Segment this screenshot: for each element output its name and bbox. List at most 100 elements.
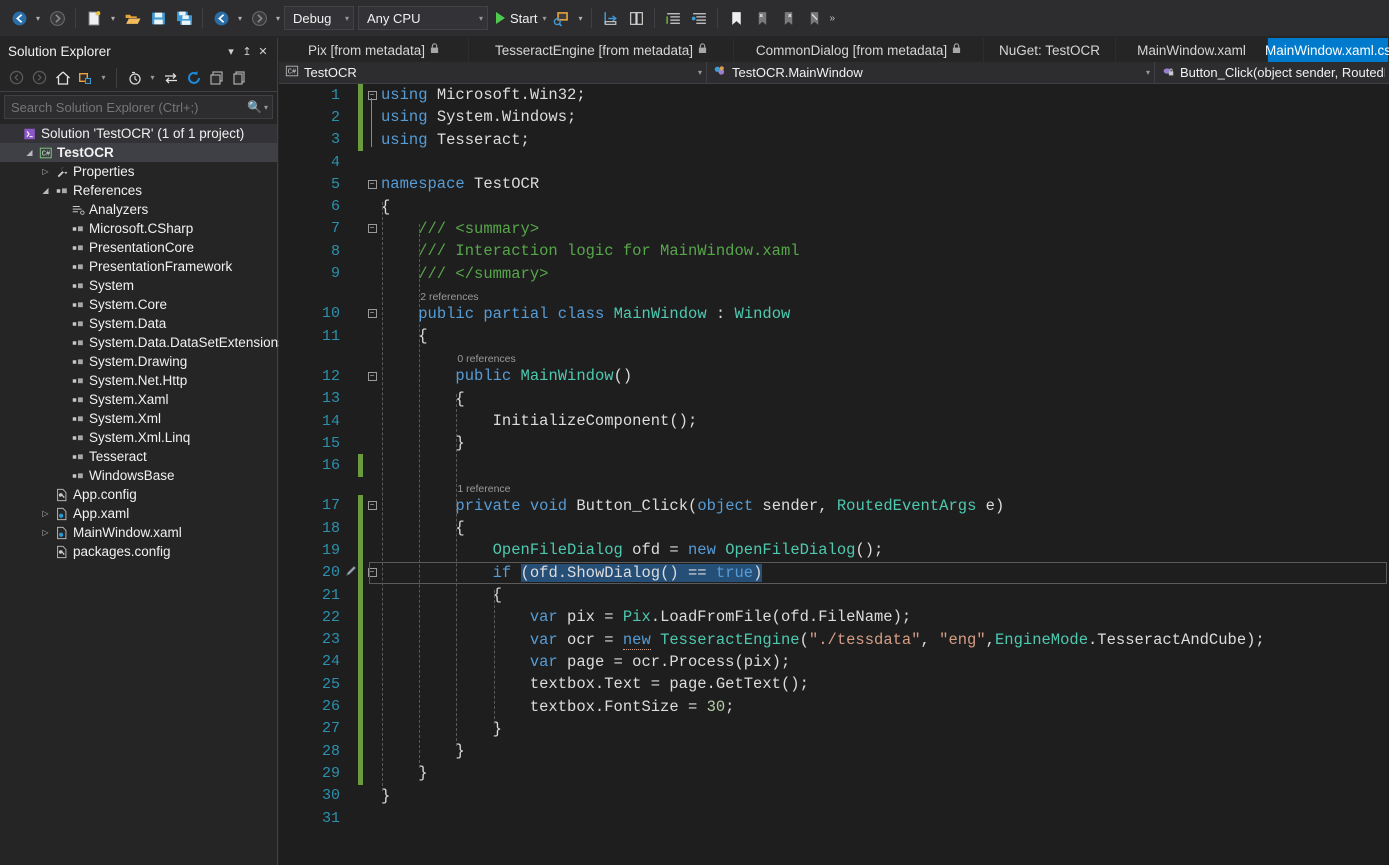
code-text[interactable]: using System.Windows; [381,108,1389,126]
editor-line[interactable]: 31 [279,807,1389,829]
editor-line[interactable]: 15 } [279,432,1389,454]
document-tab[interactable]: MainWindow.xaml.cs [1265,38,1389,62]
navigate-backward-dropdown[interactable]: ▾ [32,5,44,31]
editor-line[interactable]: 17 − private void Button_Click(object sen… [279,494,1389,518]
expander-icon[interactable]: ▷ [38,167,53,176]
navbar-member-combo[interactable]: Button_Click(object sender, RoutedEventA… [1155,62,1389,83]
codelens-annotation[interactable]: 1 reference [279,477,1389,495]
navigate-backward-icon[interactable] [6,5,32,31]
code-text[interactable]: { [381,198,1389,216]
clear-bookmarks-icon[interactable] [801,5,827,31]
code-text[interactable]: OpenFileDialog ofd = new OpenFileDialog(… [381,541,1389,559]
tree-item-system-xml-linq[interactable]: System.Xml.Linq [0,428,277,447]
tree-item-properties[interactable]: ▷ Properties [0,162,277,181]
code-text[interactable]: } [381,434,1389,452]
collapse-box[interactable]: − [367,568,377,578]
code-editor[interactable]: 1− using Microsoft.Win32; 2 using System.Wi… [279,84,1389,865]
undo-icon[interactable] [208,5,234,31]
solution-explorer-dropdown-icon[interactable]: ▾ [223,45,239,58]
code-text[interactable]: namespace TestOCR [381,175,1389,193]
codelens-annotation[interactable]: 0 references [279,347,1389,365]
tree-item-system-core[interactable]: System.Core [0,295,277,314]
collapse-region-icon[interactable]: − [363,224,381,234]
editor-line[interactable]: 13 { [279,388,1389,410]
collapse-region-icon[interactable]: − [363,309,381,319]
code-text[interactable]: var pix = Pix.LoadFromFile(ofd.FileName)… [381,608,1389,626]
tree-item-windowsbase[interactable]: WindowsBase [0,466,277,485]
editor-line[interactable]: 11 { [279,325,1389,347]
tree-item-mainwindow-xaml[interactable]: ▷ MainWindow.xaml [0,523,277,542]
sync-with-active-document-icon[interactable] [124,67,145,88]
code-text[interactable]: } [381,764,1389,782]
tree-item-packages-config[interactable]: packages.config [0,542,277,561]
attach-dropdown[interactable]: ▾ [574,5,586,31]
tree-item-app-config[interactable]: App.config [0,485,277,504]
home-icon[interactable] [52,67,73,88]
tree-item-analyzers[interactable]: Analyzers [0,200,277,219]
code-text[interactable]: private void Button_Click(object sender,… [381,497,1389,515]
code-text[interactable]: { [381,586,1389,604]
pending-changes-filter-icon[interactable] [75,67,96,88]
tree-item-app-xaml[interactable]: ▷ App.xaml [0,504,277,523]
tree-item-system-xml[interactable]: System.Xml [0,409,277,428]
open-file-icon[interactable] [119,5,145,31]
save-all-icon[interactable] [171,5,197,31]
uncomment-selection-icon[interactable] [686,5,712,31]
code-text[interactable]: { [381,390,1389,408]
collapse-region-icon[interactable]: − [363,90,381,100]
tree-item-testocr[interactable]: ◢ C# TestOCR [0,143,277,162]
code-text[interactable]: } [381,742,1389,760]
codelens-reference-count[interactable]: 1 reference [455,483,510,495]
back-icon[interactable] [6,67,27,88]
solution-configuration-combo[interactable]: Debug ▾ [284,6,354,30]
collapse-box[interactable]: − [367,90,377,100]
editor-line[interactable]: 21 { [279,583,1389,607]
editor-line[interactable]: 30} [279,785,1389,807]
redo-icon[interactable] [246,5,272,31]
editor-line[interactable]: 10 − public partial class MainWindow : Wi… [279,303,1389,325]
document-tab[interactable]: Pix [from metadata] [279,38,469,62]
editor-line[interactable]: 23 var ocr = new TesseractEngine("./tess… [279,628,1389,651]
save-icon[interactable] [145,5,171,31]
collapse-region-icon[interactable]: − [363,371,381,381]
tree-item-system-xaml[interactable]: System.Xaml [0,390,277,409]
show-all-files-icon[interactable] [229,67,250,88]
editor-line[interactable]: 28 } [279,740,1389,763]
toggle-bookmark-icon[interactable] [723,5,749,31]
editor-line[interactable]: 3 using Tesseract; [279,128,1389,151]
tree-item-system-data[interactable]: System.Data [0,314,277,333]
code-text[interactable]: var ocr = new TesseractEngine("./tessdat… [381,630,1389,650]
tree-item-microsoft-csharp[interactable]: Microsoft.CSharp [0,219,277,238]
code-text[interactable]: var page = ocr.Process(pix); [381,653,1389,671]
attach-to-process-icon[interactable] [548,5,574,31]
undo-dropdown[interactable]: ▾ [234,5,246,31]
editor-line[interactable]: 2 using System.Windows; [279,106,1389,129]
tree-item-presentationcore[interactable]: PresentationCore [0,238,277,257]
editor-line[interactable]: 12 − public MainWindow() [279,365,1389,387]
document-tab[interactable]: TesseractEngine [from metadata] [469,38,734,62]
tree-item-system-drawing[interactable]: System.Drawing [0,352,277,371]
tree-item-system-data-datasetextensions[interactable]: System.Data.DataSetExtensions [0,333,285,352]
navbar-project-combo[interactable]: C# TestOCR ▾ [279,62,707,83]
previous-bookmark-icon[interactable] [749,5,775,31]
expander-icon[interactable]: ▷ [38,509,53,518]
collapse-box[interactable]: − [367,501,377,511]
collapse-box[interactable]: − [367,309,377,319]
next-bookmark-icon[interactable] [775,5,801,31]
editor-line[interactable]: 20 − if (ofd.ShowDialog() == true) [279,561,1389,584]
code-text[interactable]: textbox.FontSize = 30; [381,698,1389,716]
code-text[interactable]: using Tesseract; [381,131,1389,149]
editor-line[interactable]: 4 [279,151,1389,173]
tree-item-system-net-http[interactable]: System.Net.Http [0,371,277,390]
filter-dropdown-icon[interactable]: ▾ [98,67,109,88]
collapse-box[interactable]: − [367,371,377,381]
editor-line[interactable]: 25 textbox.Text = page.GetText(); [279,673,1389,696]
document-tab[interactable]: MainWindow.xaml [1116,38,1268,62]
collapse-region-icon[interactable]: − [363,501,381,511]
codelens-reference-count[interactable]: 2 references [418,291,478,303]
search-icon[interactable]: 🔍 [247,100,262,114]
code-text[interactable]: /// </summary> [381,265,1389,283]
tree-item-presentationframework[interactable]: PresentationFramework [0,257,277,276]
close-window-icon[interactable]: ✕ [255,45,271,58]
filter-options-dropdown-icon[interactable]: ▾ [147,67,158,88]
